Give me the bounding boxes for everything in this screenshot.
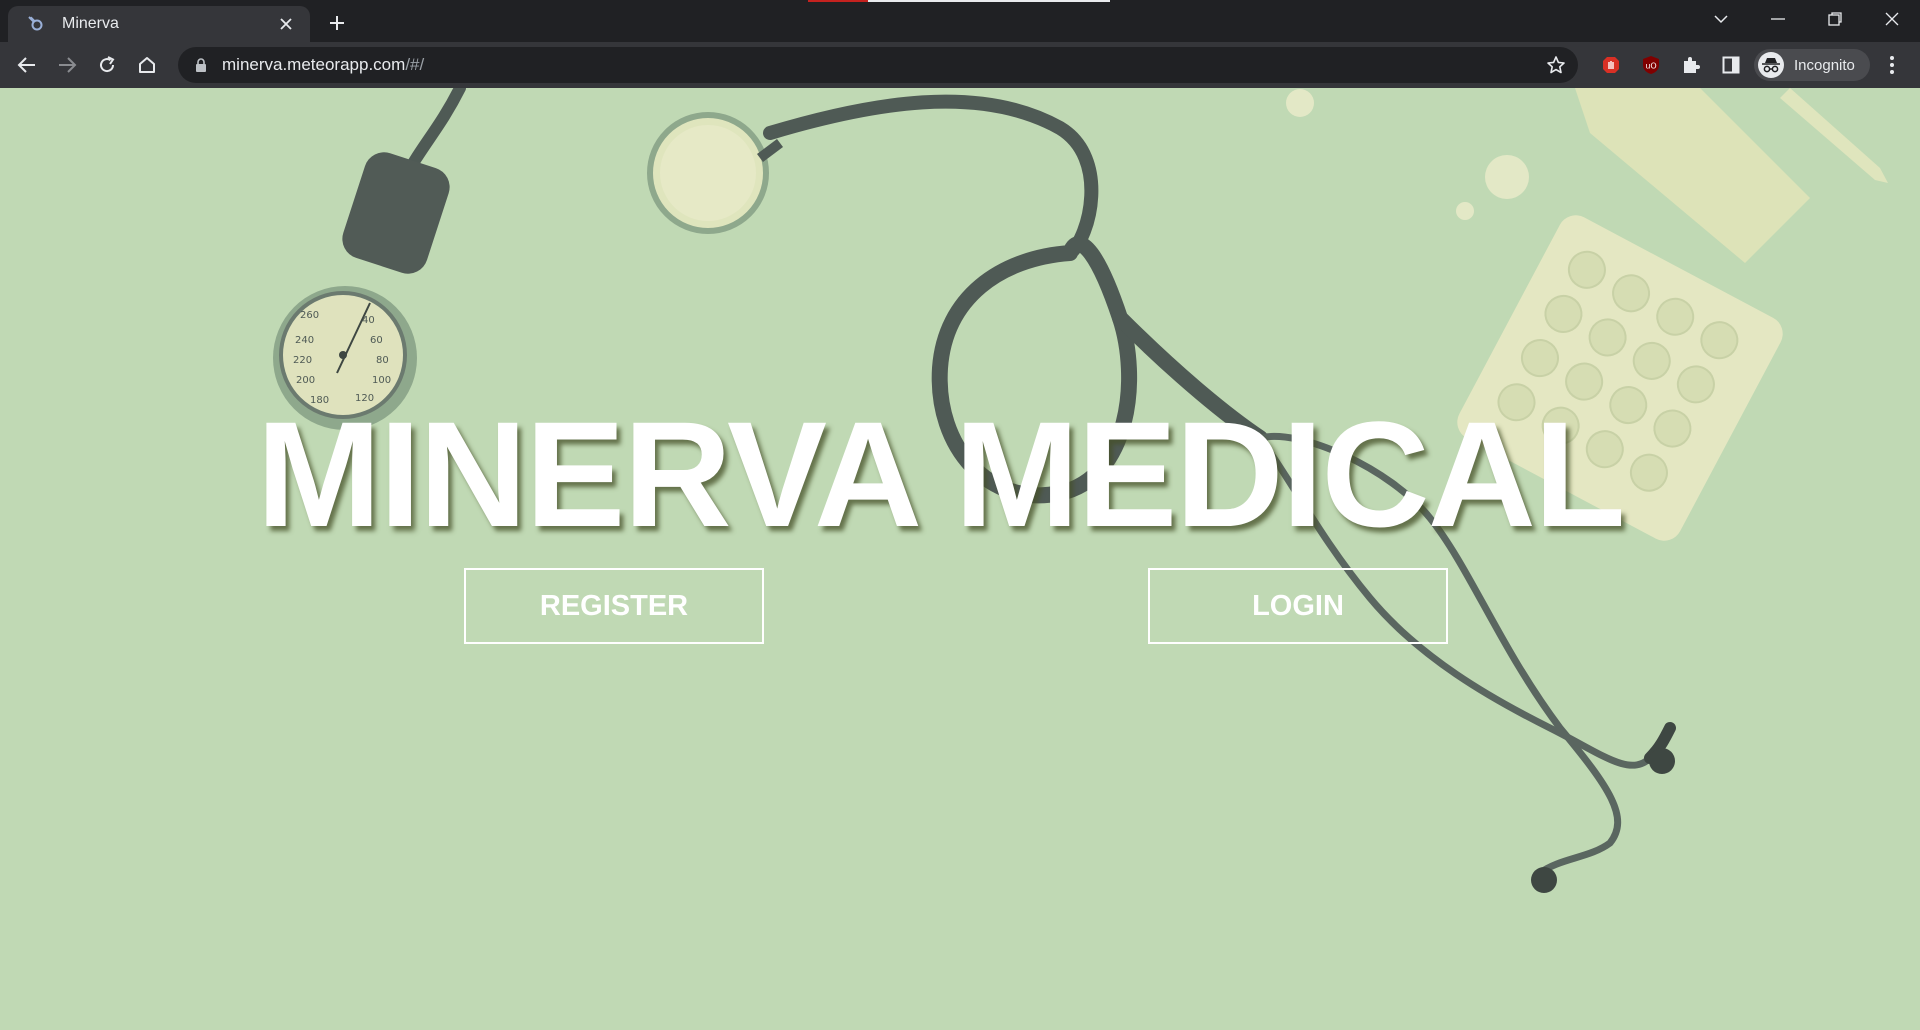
tab-strip: Minerva — [0, 0, 1920, 42]
svg-text:100: 100 — [372, 375, 391, 386]
svg-text:60: 60 — [370, 335, 383, 346]
minimize-icon[interactable] — [1749, 0, 1806, 38]
reload-icon[interactable] — [91, 49, 123, 81]
page-title: MINERVA MEDICAL — [256, 390, 1625, 558]
stop-hand-extension-icon[interactable] — [1597, 51, 1625, 79]
tab-title: Minerva — [62, 15, 119, 32]
tab-search-chevron-icon[interactable] — [1692, 0, 1749, 38]
kebab-menu-icon[interactable] — [1878, 51, 1906, 79]
bookmark-star-icon[interactable] — [1544, 53, 1568, 77]
lock-icon[interactable] — [192, 56, 210, 74]
loading-indicator — [808, 0, 868, 2]
restore-icon[interactable] — [1806, 0, 1863, 38]
browser-toolbar: minerva.meteorapp.com/#/ uO Incognito — [0, 42, 1920, 88]
svg-text:40: 40 — [362, 315, 375, 326]
incognito-profile-button[interactable]: Incognito — [1754, 49, 1870, 81]
svg-text:uO: uO — [1645, 62, 1656, 71]
svg-text:260: 260 — [300, 310, 319, 321]
window-close-icon[interactable] — [1863, 0, 1920, 38]
url-host: minerva.meteorapp.com — [222, 55, 406, 74]
meteor-favicon-icon — [26, 14, 46, 34]
browser-chrome: Minerva minerva.meteorapp.com/#/ uO Inco… — [0, 0, 1920, 88]
side-panel-icon[interactable] — [1717, 51, 1745, 79]
register-button[interactable]: REGISTER — [464, 568, 764, 644]
svg-text:240: 240 — [295, 335, 314, 346]
login-button[interactable]: LOGIN — [1148, 568, 1448, 644]
ublock-shield-icon[interactable]: uO — [1637, 51, 1665, 79]
forward-arrow-icon[interactable] — [51, 49, 83, 81]
plus-icon[interactable] — [323, 9, 351, 37]
incognito-icon — [1758, 52, 1784, 78]
browser-tab[interactable]: Minerva — [8, 6, 310, 42]
svg-text:200: 200 — [296, 375, 315, 386]
url-path: /#/ — [405, 55, 425, 74]
close-icon[interactable] — [274, 12, 298, 36]
extensions-puzzle-icon[interactable] — [1677, 51, 1705, 79]
landing-page: 260 240 220 200 180 120 100 80 60 40 MIN… — [0, 88, 1920, 1030]
svg-text:80: 80 — [376, 355, 389, 366]
address-bar[interactable]: minerva.meteorapp.com/#/ — [178, 47, 1578, 83]
loading-indicator-track — [868, 0, 1110, 2]
window-controls — [1692, 0, 1920, 38]
url-text: minerva.meteorapp.com/#/ — [222, 55, 424, 75]
svg-text:220: 220 — [293, 355, 312, 366]
back-arrow-icon[interactable] — [11, 49, 43, 81]
home-icon[interactable] — [131, 49, 163, 81]
profile-label: Incognito — [1794, 56, 1855, 74]
